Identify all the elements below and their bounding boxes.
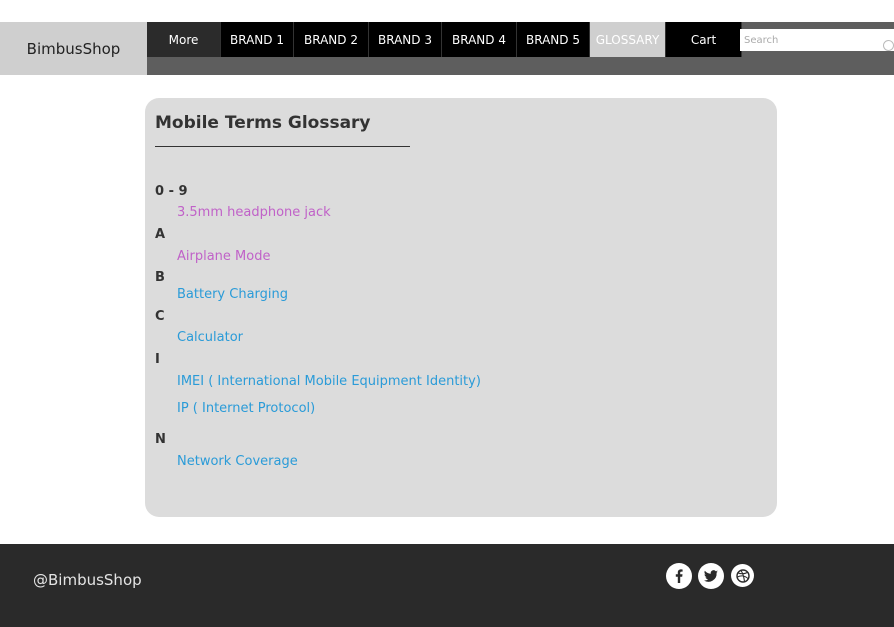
nav-glossary[interactable]: GLOSSARY (590, 22, 666, 57)
term-link-headphone-jack[interactable]: 3.5mm headphone jack (177, 205, 331, 220)
nav-brand-2[interactable]: BRAND 2 (294, 22, 369, 57)
section-letter-i: I (155, 352, 160, 367)
term-link-network-coverage[interactable]: Network Coverage (177, 454, 298, 469)
nav-brand-1[interactable]: BRAND 1 (221, 22, 294, 57)
term-link-ip[interactable]: IP ( Internet Protocol) (177, 401, 315, 416)
glossary-panel: Mobile Terms Glossary 0 - 9 3.5mm headph… (145, 98, 777, 517)
section-letter-c: C (155, 309, 165, 324)
twitter-icon[interactable] (698, 563, 724, 589)
section-letter-a: A (155, 227, 166, 242)
title-divider (155, 146, 410, 147)
nav-cart[interactable]: Cart (666, 22, 742, 57)
term-link-imei[interactable]: IMEI ( International Mobile Equipment Id… (177, 374, 481, 389)
page-title: Mobile Terms Glossary (155, 113, 371, 133)
facebook-icon[interactable] (666, 563, 692, 589)
logo[interactable]: BimbusShop (0, 22, 147, 75)
top-strip (0, 0, 894, 22)
section-letter-0-9: 0 - 9 (155, 184, 188, 199)
term-link-battery-charging[interactable]: Battery Charging (177, 287, 288, 302)
nav-brand-3[interactable]: BRAND 3 (369, 22, 442, 57)
section-letter-n: N (155, 432, 166, 447)
footer-handle: @BimbusShop (33, 571, 142, 589)
main-nav: More BRAND 1 BRAND 2 BRAND 3 BRAND 4 BRA… (147, 22, 742, 57)
term-link-airplane-mode[interactable]: Airplane Mode (177, 249, 270, 264)
search-input[interactable] (744, 32, 884, 48)
nav-brand-5[interactable]: BRAND 5 (517, 22, 590, 57)
search-box (740, 29, 894, 51)
section-letter-b: B (155, 270, 165, 285)
site-footer: @BimbusShop (0, 544, 894, 627)
nav-brand-4[interactable]: BRAND 4 (442, 22, 517, 57)
nav-more[interactable]: More (147, 22, 221, 57)
term-link-calculator[interactable]: Calculator (177, 330, 243, 345)
search-icon[interactable] (883, 40, 894, 51)
dribbble-icon[interactable] (731, 564, 754, 587)
site-header: BimbusShop More BRAND 1 BRAND 2 BRAND 3 … (0, 22, 894, 75)
